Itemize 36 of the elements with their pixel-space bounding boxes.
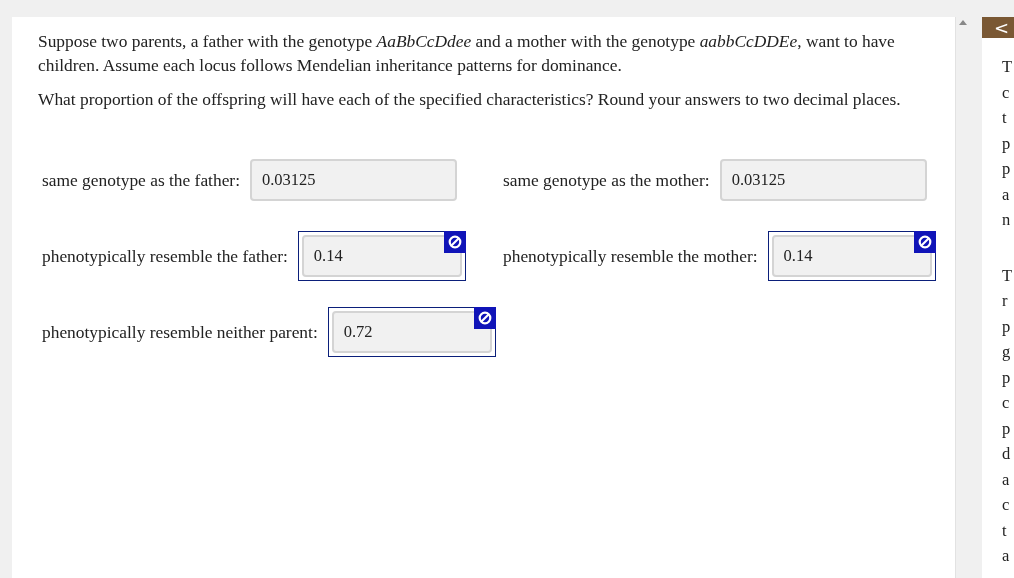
answer-field[interactable]: 0.72 [331, 311, 492, 353]
clipped-text: t [1002, 107, 1008, 129]
clipped-text: t [1002, 519, 1008, 542]
clipped-text: n [1002, 209, 1012, 231]
incorrect-icon [443, 231, 466, 253]
answer-field[interactable]: 0.14 [301, 235, 462, 277]
clipped-text: a [1002, 545, 1011, 567]
answer-label: phenotypically resemble the mother: [503, 245, 758, 267]
question-text: Suppose two parents, a father with the genotype AaBbCcDdee and a mother with the genotype aabbCcDDEe, want to have children. Assume each locus follows Mendelian inheritance patterns for dominance. [38, 30, 896, 77]
clipped-text: c [1002, 392, 1011, 414]
clipped-text: a [1002, 183, 1011, 206]
answer-field[interactable]: 0.14 [771, 235, 932, 277]
answer-label: phenotypically resemble the father: [42, 245, 288, 267]
answer-field[interactable]: 0.03125 [250, 159, 457, 201]
clipped-text: a [1002, 468, 1011, 491]
scroll-up-icon[interactable] [959, 20, 967, 25]
collapse-button[interactable]: < [982, 17, 1014, 38]
clipped-text: p [1002, 315, 1012, 338]
clipped-text: T [1002, 264, 1014, 287]
incorrect-icon [913, 231, 936, 253]
clipped-text: p [1002, 366, 1012, 389]
clipped-text: c [1002, 494, 1011, 516]
clipped-text: p [1002, 417, 1012, 440]
clipped-text: p [1002, 132, 1012, 155]
clipped-text: d [1002, 443, 1012, 465]
clipped-text: c [1002, 81, 1011, 104]
answer-field[interactable]: 0.03125 [719, 159, 927, 201]
clipped-text: r [1002, 290, 1009, 312]
answer-label: phenotypically resemble neither parent: [42, 321, 318, 343]
clipped-text: T [1002, 56, 1014, 78]
clipped-text: p [1002, 158, 1012, 180]
answer-label: same genotype as the mother: [503, 169, 710, 191]
answer-label: same genotype as the father: [42, 169, 240, 191]
incorrect-icon [473, 307, 496, 329]
clipped-text: g [1002, 341, 1012, 363]
question-text: What proportion of the offspring will have each of the specified characteristics? Round your answers to two decimal places. [38, 88, 902, 111]
